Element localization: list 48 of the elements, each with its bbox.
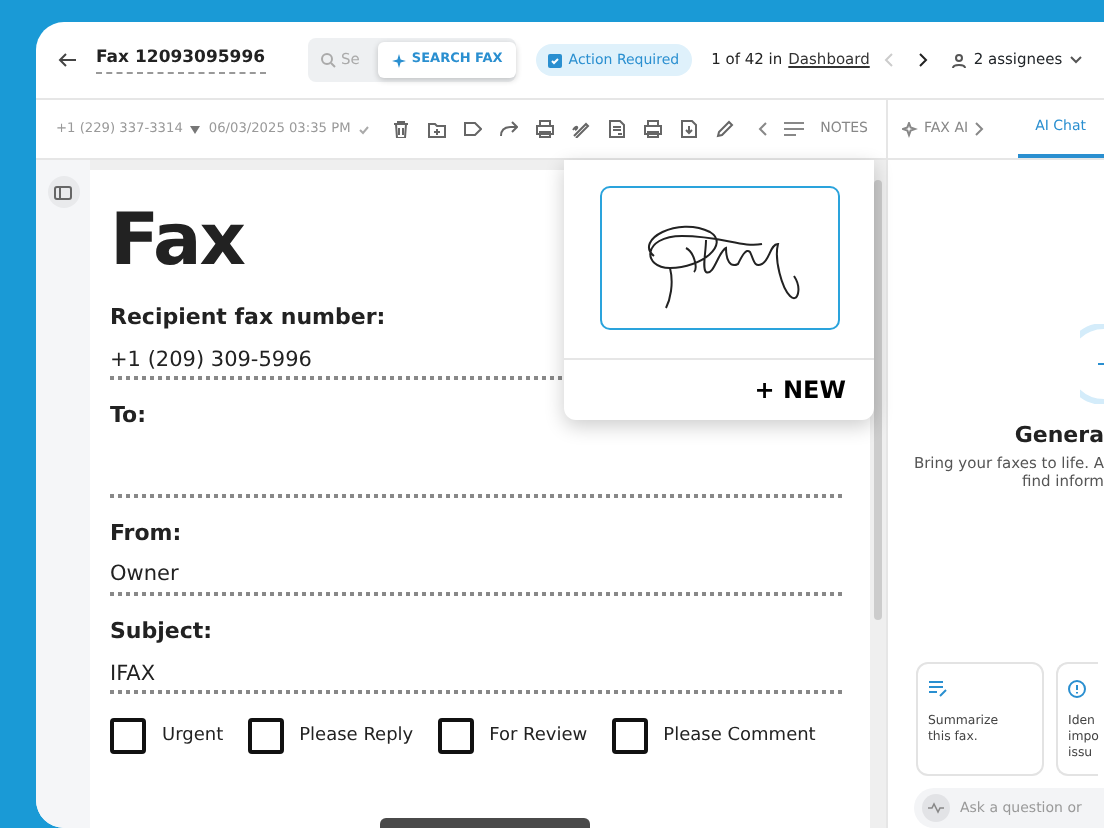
scrollbar[interactable] [874, 180, 882, 620]
fax-title: Fax 12093095996 [96, 46, 266, 74]
sparkle-icon [391, 53, 406, 67]
chevron-right-icon[interactable] [913, 52, 930, 68]
folder-icon[interactable] [428, 120, 447, 138]
new-signature-button[interactable]: + NEW [564, 358, 874, 420]
sparkle-icon [902, 121, 918, 137]
checkbox[interactable] [611, 718, 648, 755]
checkbox-label: Urgent [162, 723, 224, 749]
lines-icon [784, 122, 805, 136]
panel-heading: Genera [1014, 420, 1104, 452]
field-label: From: [110, 517, 184, 550]
sidebar-icon [54, 185, 72, 199]
file-download-icon[interactable] [680, 120, 699, 138]
pencil-icon[interactable] [716, 120, 735, 138]
checkbox-icon [548, 53, 563, 67]
document-icon[interactable] [608, 120, 627, 138]
alert-icon [1068, 680, 1088, 698]
checkbox-label: For Review [489, 723, 588, 749]
field-label: To: [110, 400, 148, 433]
ai-logo-icon [1080, 324, 1104, 404]
field-label: Subject: [110, 616, 215, 648]
checkbox-label: Please Reply [299, 723, 414, 749]
chevron-right-icon [974, 122, 985, 136]
document-title: Fax [110, 206, 244, 278]
checkbox[interactable] [110, 718, 146, 755]
tag-icon[interactable] [464, 120, 483, 138]
back-arrow-icon[interactable] [58, 52, 78, 68]
printer-icon[interactable] [536, 120, 555, 138]
sidebar-toggle-button[interactable] [47, 176, 79, 208]
field-label: Recipient fax number: [110, 302, 388, 334]
checkbox-label: Please Comment [663, 723, 816, 749]
check-icon [358, 123, 371, 135]
field-value: IFAX [110, 659, 842, 695]
person-icon [951, 53, 966, 67]
checkbox[interactable] [437, 718, 474, 755]
forward-arrow-icon[interactable] [500, 120, 519, 138]
signature-icon[interactable] [572, 120, 591, 138]
field-value: Owner [110, 560, 842, 596]
list-edit-icon [928, 680, 948, 698]
voice-icon[interactable] [922, 794, 950, 822]
search-icon [319, 52, 336, 68]
printer-icon[interactable] [644, 120, 663, 138]
checkbox[interactable] [247, 718, 284, 755]
caret-icon [1070, 56, 1083, 64]
trash-icon[interactable] [392, 120, 411, 138]
chevron-left-icon [758, 122, 769, 136]
caret-icon[interactable] [190, 125, 201, 133]
